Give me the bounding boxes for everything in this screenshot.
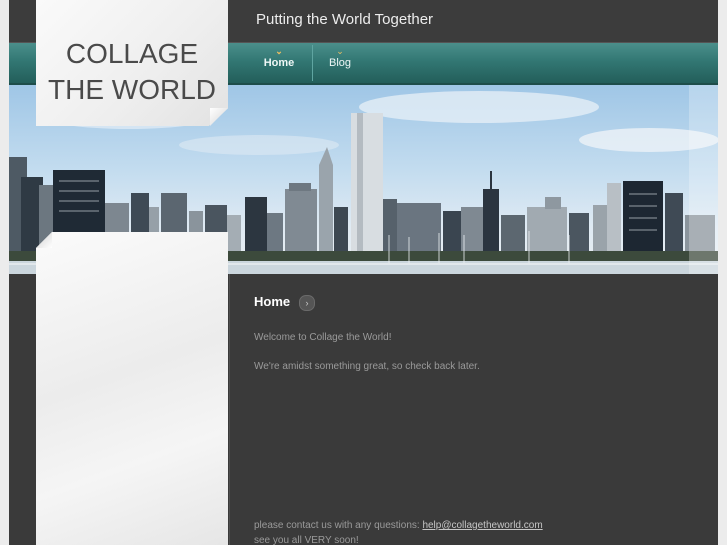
page-title: Home — [254, 294, 291, 309]
contact-email-link[interactable]: help@collagetheworld.com — [422, 520, 542, 531]
nav-item-home[interactable]: ⌄ Home — [257, 43, 301, 83]
main-content: Home › Welcome to Collage the World! We'… — [254, 274, 714, 545]
status-message: We're amidst something great, so check b… — [254, 361, 480, 372]
chevron-down-icon: ⌄ — [275, 46, 283, 56]
arrow-right-circle-icon: › — [299, 295, 315, 311]
nav-item-blog[interactable]: ⌄ Blog — [324, 43, 356, 83]
chevron-down-icon: ⌄ — [336, 46, 344, 56]
content-divider — [229, 274, 230, 545]
signoff-text: see you all VERY soon! — [254, 535, 359, 545]
contact-line: please contact us with any questions: he… — [254, 520, 543, 531]
nav-divider — [312, 45, 313, 81]
nav-item-label: Blog — [328, 57, 352, 69]
site-logo[interactable]: COLLAGE THE WORLD — [36, 36, 228, 108]
site-tagline: Putting the World Together — [256, 11, 434, 28]
nav-item-label: Home — [263, 57, 295, 69]
welcome-text: Welcome to Collage the World! — [254, 332, 392, 343]
contact-prefix: please contact us with any questions: — [254, 520, 423, 531]
sidebar-panel — [36, 232, 228, 545]
page-container: Putting the World Together ⌄ Home ⌄ Blog — [9, 0, 718, 545]
